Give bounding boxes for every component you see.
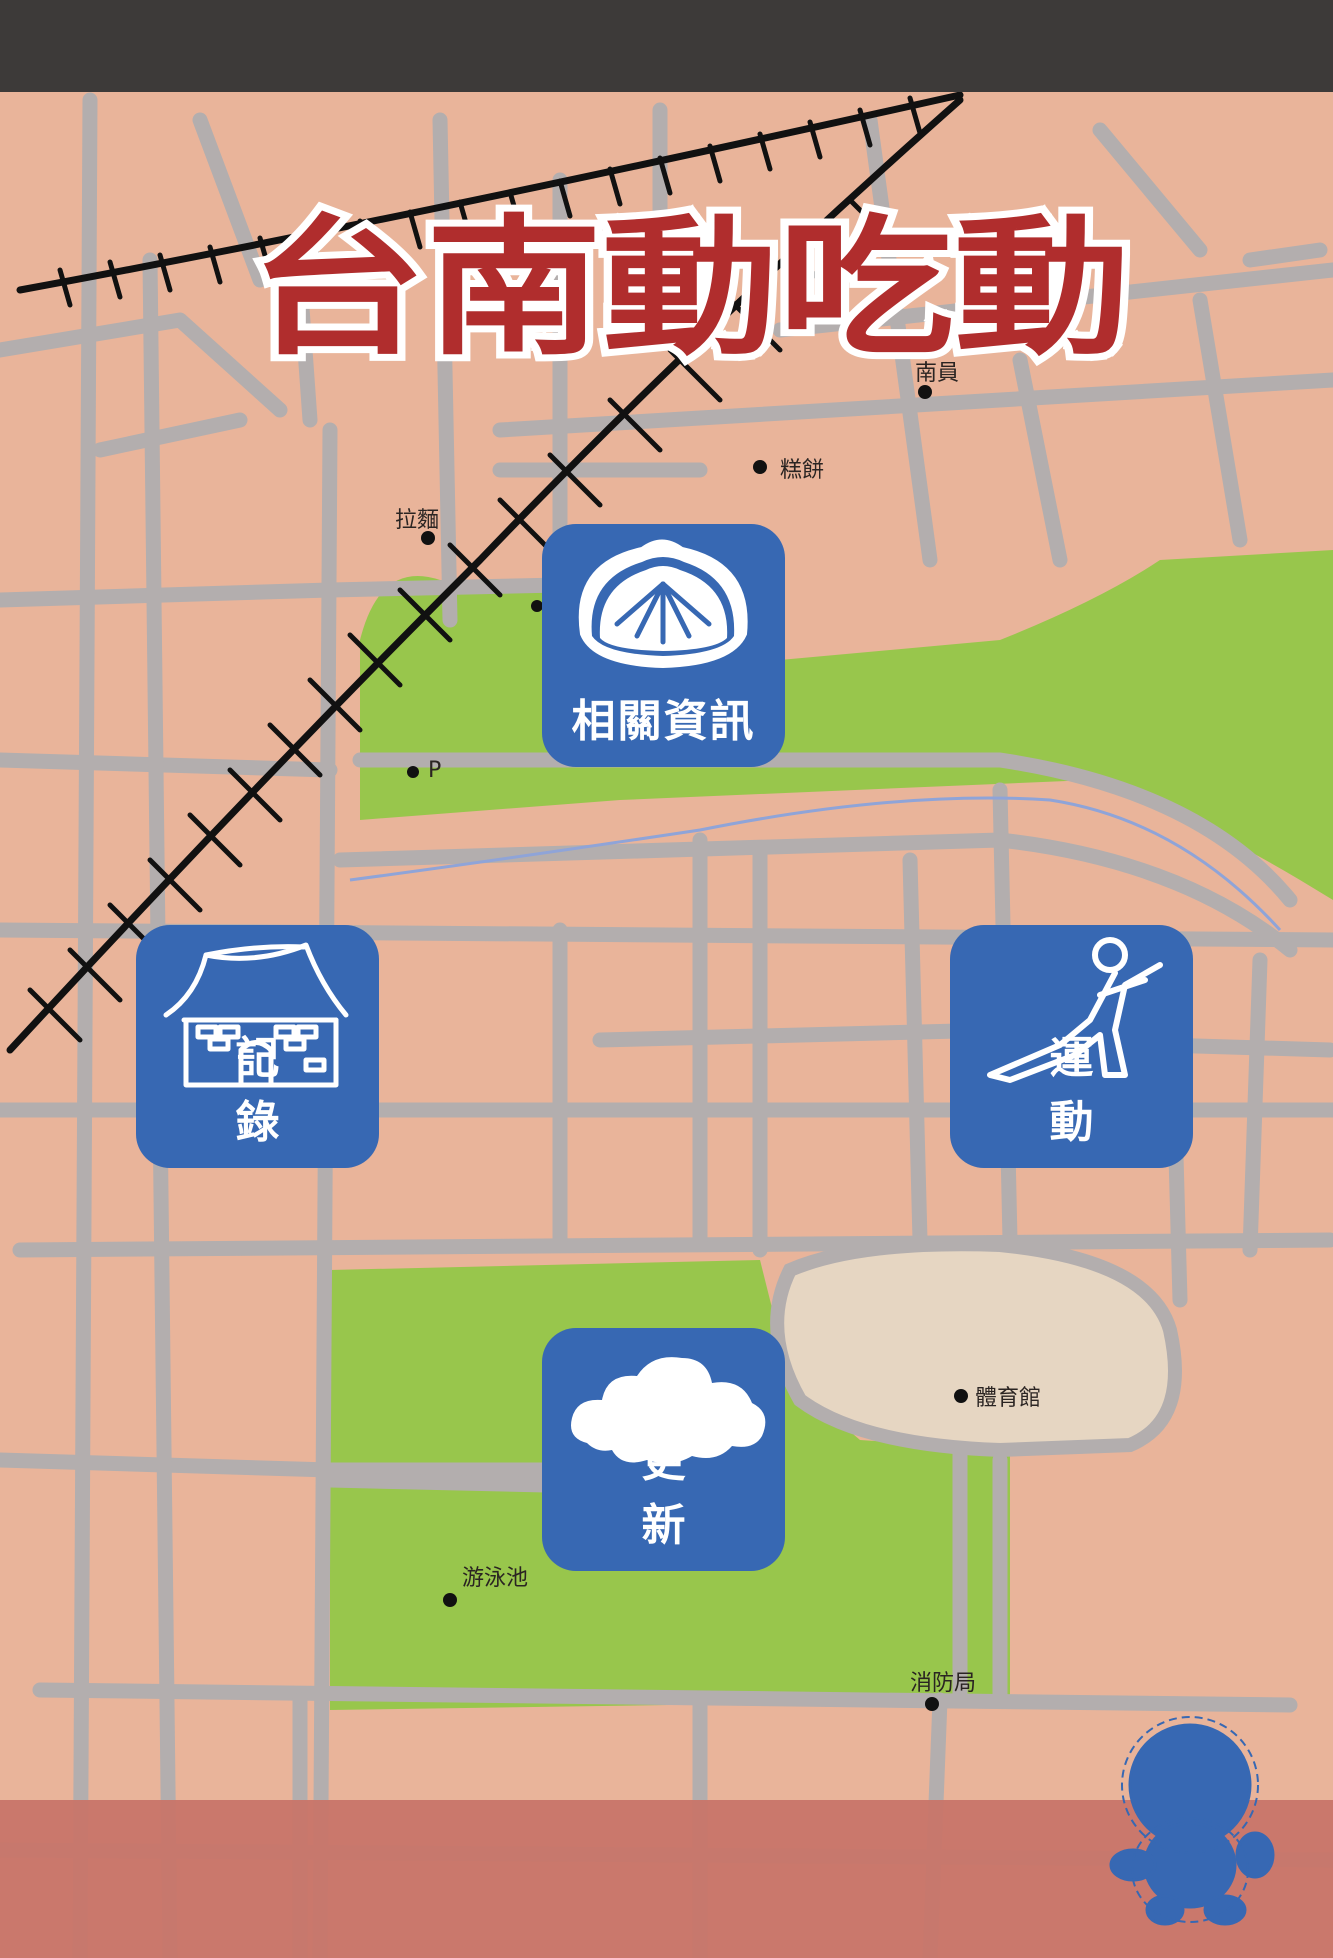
- bun-icon: [578, 539, 748, 669]
- stadium-area: [770, 1237, 1182, 1458]
- landmark-label: P: [428, 758, 442, 783]
- update-label: 更新: [641, 1436, 744, 1551]
- app-title: 台南動吃動: [243, 195, 1137, 383]
- exercise-button[interactable]: 運動: [950, 925, 1193, 1168]
- landmark-label: 消防局: [910, 1671, 977, 1696]
- exercise-label: 運動: [1049, 1033, 1152, 1148]
- update-button[interactable]: 更新: [542, 1328, 785, 1571]
- record-label: 記錄: [235, 1033, 338, 1148]
- landmark-label: 體育館: [975, 1386, 1042, 1411]
- landmark-label: 游泳池: [462, 1566, 529, 1591]
- landmark-label: 糕餅: [780, 458, 825, 483]
- info-button[interactable]: 相關資訊: [542, 524, 785, 767]
- mascot-icon[interactable]: [1105, 1715, 1275, 1930]
- landmark-label: 拉麵: [395, 508, 440, 533]
- status-bar: [0, 0, 1333, 92]
- record-button[interactable]: 記錄: [136, 925, 379, 1168]
- info-label: 相關資訊: [571, 696, 756, 747]
- app-title-text: 台南動吃動: [250, 202, 1130, 376]
